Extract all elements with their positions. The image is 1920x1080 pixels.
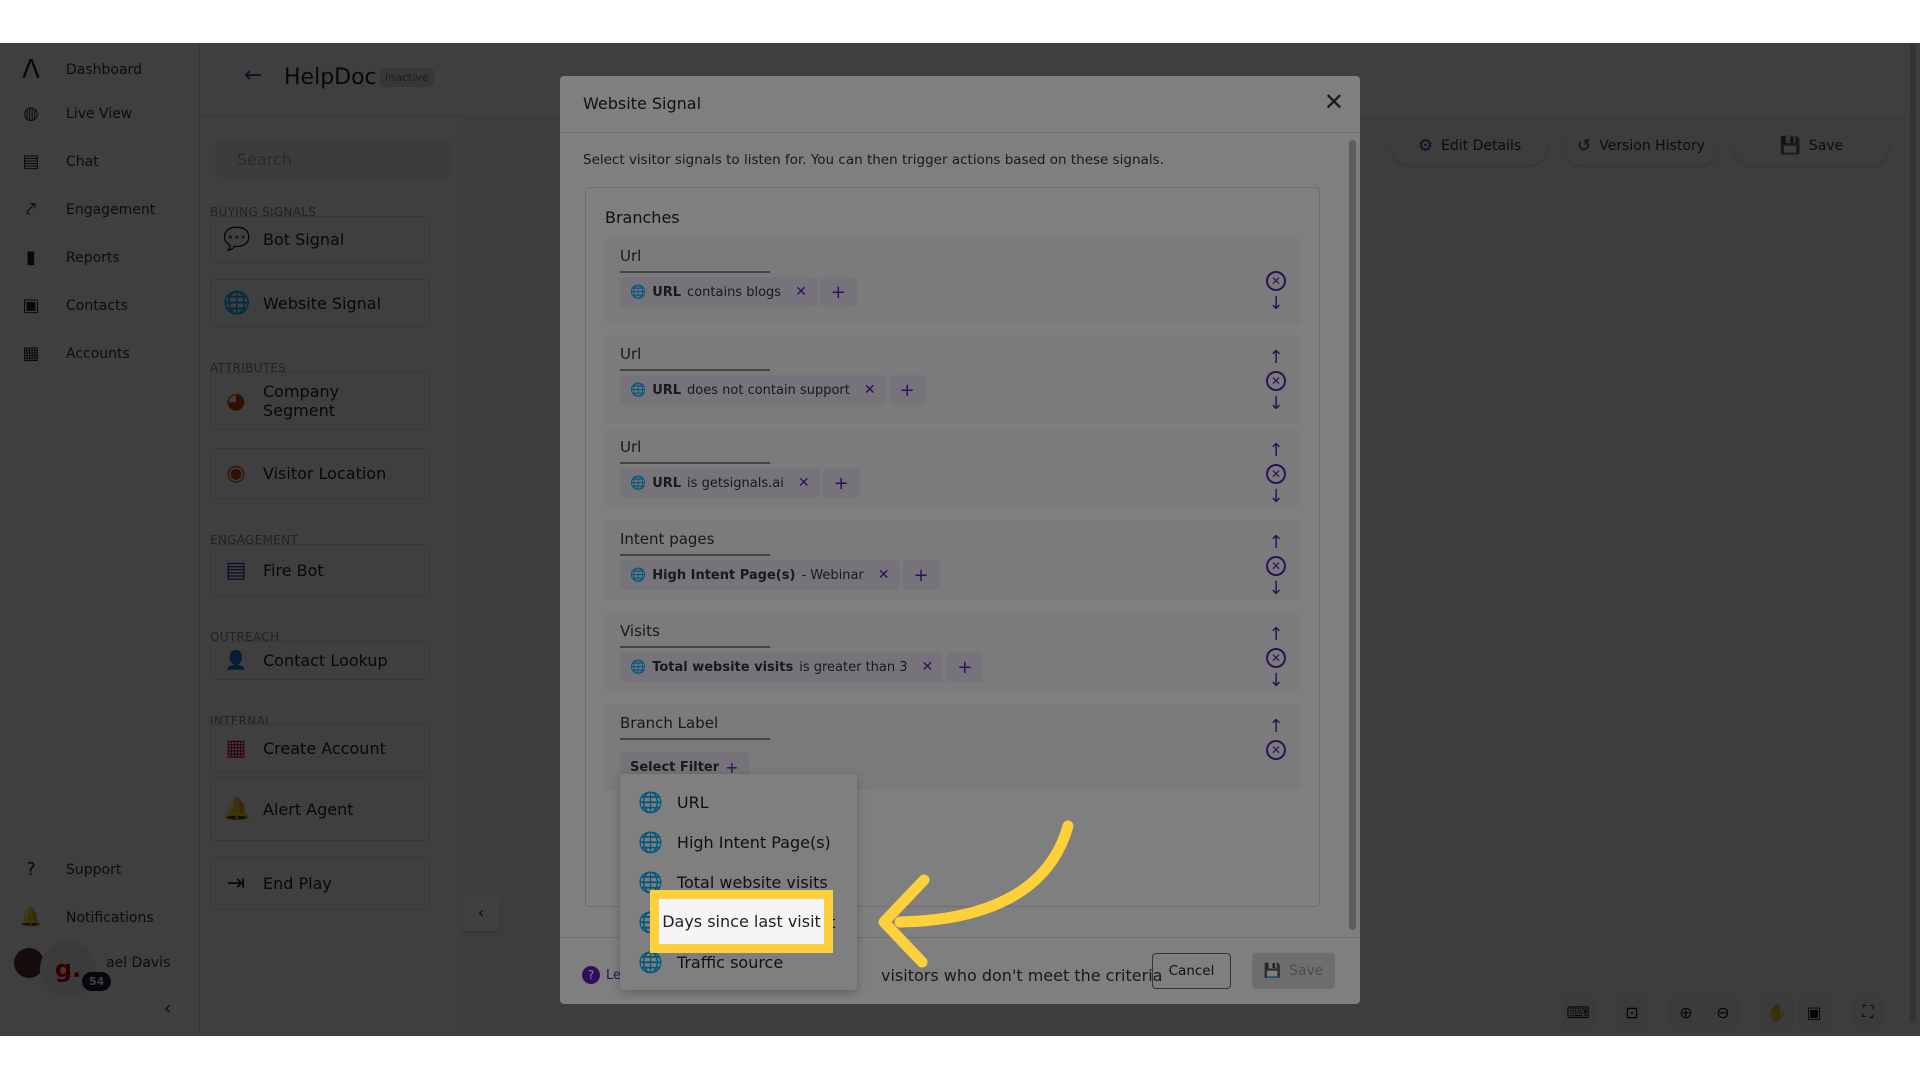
screen-dim-overlay	[0, 43, 1920, 1036]
dropdown-item-days-since-last-visit[interactable]: Days since last visit	[650, 890, 833, 953]
